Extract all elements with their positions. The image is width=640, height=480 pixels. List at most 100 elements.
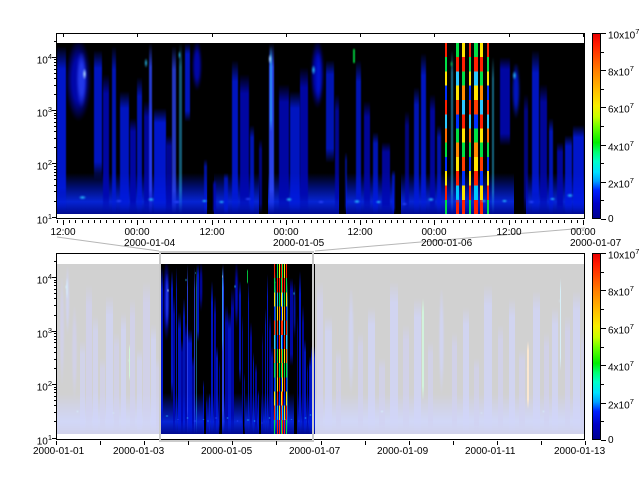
x-tick-minor [261, 220, 262, 223]
x-tick-minor [162, 220, 163, 223]
x-tick-minor [119, 220, 120, 223]
colorbar-tick-label: 8x107 [608, 285, 634, 298]
y-tick-major [52, 277, 56, 278]
y-tick-minor [54, 282, 56, 283]
y-tick-major [52, 331, 56, 332]
spectrogram-streak [345, 152, 348, 214]
y-tick-minor [54, 400, 56, 401]
spectrogram-streak [487, 43, 489, 214]
x-tick-minor [571, 220, 572, 223]
spectrogram-hotspot [311, 64, 316, 76]
y-tick-minor [54, 336, 56, 337]
x-tick-minor [75, 220, 76, 223]
spectrogram-streak [532, 50, 539, 214]
y-tick-minor [54, 392, 56, 393]
y-tick-minor [54, 315, 56, 316]
colorbar-tick-major [601, 328, 606, 329]
x-tick-minor [156, 220, 157, 223]
spectrogram-hotspot [450, 60, 453, 68]
x-tick-minor [255, 220, 256, 223]
colorbar-bottom[interactable] [592, 253, 601, 440]
zoom-window-box[interactable] [159, 251, 314, 442]
x-tick-minor [472, 220, 473, 223]
zoom-plot[interactable] [56, 33, 585, 219]
colorbar-tick-minor [601, 89, 604, 90]
x-tick-major [212, 220, 213, 225]
spectrogram-streak [492, 57, 494, 214]
spectrogram-streak [364, 101, 370, 214]
x-tick-mirror [212, 34, 213, 37]
x-tick-minor [143, 220, 144, 223]
context-spectrogram[interactable] [57, 264, 584, 434]
x-tick-minor [342, 220, 343, 223]
x-tick-minor [540, 220, 541, 223]
spectrogram-hotspot [528, 200, 535, 204]
spectrogram-streak [445, 43, 448, 214]
spectrogram-hotspot [401, 202, 408, 206]
spectrogram-streak [557, 142, 563, 214]
x-tick-date-label: 2000-01-04 [124, 238, 175, 249]
x-tick-major [276, 441, 277, 445]
spectrogram-streak [120, 91, 128, 214]
y-tick-minor [54, 305, 56, 306]
y-tick-minor [54, 126, 56, 127]
spectrogram-hotspot [144, 57, 148, 69]
spectrogram-hotspot [201, 199, 208, 203]
spectrogram-hotspot [147, 197, 155, 202]
spectrogram-streak [179, 43, 182, 214]
y-tick-minor [54, 185, 56, 186]
spectrogram-hotspot [78, 195, 87, 200]
x-tick-minor [533, 220, 534, 223]
spectrogram-hotspot [454, 199, 461, 203]
context-dim-overlay-left [57, 264, 160, 434]
y-tick-minor [54, 113, 56, 114]
x-tick-minor [527, 220, 528, 223]
spectrogram-streak [500, 57, 509, 146]
y-tick-minor [54, 421, 56, 422]
x-tick-minor [131, 220, 132, 223]
spectrogram-streak [172, 46, 176, 214]
colorbar-top[interactable] [592, 33, 601, 219]
spectrogram-streak [540, 84, 546, 214]
colorbar-tick-label: 4x107 [608, 140, 634, 153]
x-tick-date-label: 2000-01-11 [465, 446, 515, 457]
spectrogram-streak [224, 173, 228, 214]
colorbar-tick-minor [601, 200, 604, 201]
x-tick-minor [502, 220, 503, 223]
y-tick-minor [54, 342, 56, 343]
spectrogram-hotspot [244, 197, 252, 201]
x-tick-date-label: 2000-01-06 [421, 238, 472, 249]
spectrogram-streak [392, 170, 395, 214]
y-tick-minor [54, 94, 56, 95]
y-tick-minor [54, 169, 56, 170]
colorbar-tick-label: 8x107 [608, 65, 634, 78]
context-plot[interactable] [56, 253, 585, 440]
spectrogram-hotspot [218, 200, 225, 204]
spectrogram-streak [154, 108, 166, 214]
x-tick-minor [447, 220, 448, 223]
spectrogram-streak [414, 87, 419, 214]
x-tick-date-label: 2000-01-05 [201, 446, 252, 457]
y-tick-minor [54, 298, 56, 299]
x-tick-minor [69, 220, 70, 223]
y-tick-minor [54, 201, 56, 202]
spectrogram-streak [112, 46, 116, 214]
x-tick-minor [174, 220, 175, 223]
x-tick-date-label: 2000-01-13 [554, 446, 605, 457]
spectrogram-hotspot [375, 200, 382, 204]
x-tick-minor [82, 220, 83, 223]
y-tick-minor [54, 73, 56, 74]
colorbar-tick-minor [601, 309, 604, 310]
colorbar-tick-major [601, 70, 606, 71]
x-tick-time-label: 00:00 [570, 227, 595, 238]
spectrogram-streak [474, 43, 477, 214]
spectrogram-streak [290, 91, 301, 214]
x-tick-minor [106, 220, 107, 223]
spectrogram-hotspot [82, 67, 87, 81]
x-tick-minor [273, 220, 274, 223]
spectrogram-streak [326, 60, 334, 163]
x-tick-time-label: 12:00 [50, 227, 75, 238]
x-tick-date-label: 2000-01-05 [273, 238, 324, 249]
spectrogram-streak [94, 50, 102, 180]
zoom-spectrogram[interactable] [57, 43, 584, 214]
